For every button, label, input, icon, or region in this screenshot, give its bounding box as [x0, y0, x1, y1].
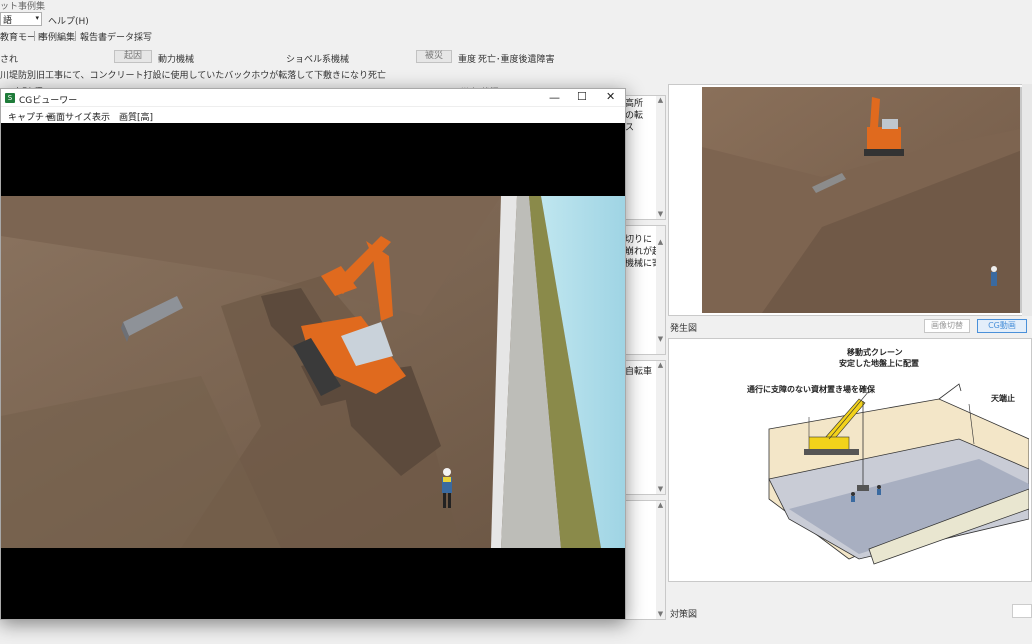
right-scrollbar[interactable]	[1022, 84, 1032, 316]
toolbar-item-edit[interactable]: 事例編集	[39, 30, 75, 43]
category-cut-label: され	[0, 55, 19, 65]
toolbar-separator	[34, 31, 35, 41]
scrollbar[interactable]: ▲ ▼	[656, 96, 665, 219]
close-icon[interactable]: ✕	[606, 90, 615, 103]
scrollbar[interactable]: ▲ ▼	[656, 361, 665, 494]
bottom-field	[1012, 604, 1032, 618]
scroll-up-icon[interactable]: ▲	[656, 501, 665, 510]
language-value: 語	[3, 16, 13, 26]
countermeasure-label: 対策図	[670, 610, 698, 620]
cg-viewer-window: S CGビューワー — ☐ ✕ キャプチャ 画面サイズ 表示 画質[高]	[0, 88, 626, 620]
scroll-up-icon[interactable]: ▲	[656, 361, 665, 370]
viewer-menubar: キャプチャ 画面サイズ 表示 画質[高]	[1, 107, 625, 123]
viewer-titlebar[interactable]: S CGビューワー — ☐ ✕	[1, 89, 625, 107]
scroll-up-icon[interactable]: ▲	[656, 238, 665, 247]
cause-value-2: ショベル系機械	[286, 55, 350, 65]
viewer-title: CGビューワー	[19, 96, 78, 106]
label-crane-ground: 安定した地盤上に配置	[839, 359, 919, 368]
menu-quality[interactable]: 画質[高]	[119, 110, 153, 123]
label-crane: 移動式クレーン	[847, 348, 903, 357]
severity-label: 重度	[458, 55, 477, 65]
image-toggle-button[interactable]: 画像切替	[924, 319, 970, 333]
worker-figure	[991, 266, 997, 286]
cg-video-button[interactable]: CG動画	[977, 319, 1027, 333]
label-storage: 通行に支障のない資材置き場を確保	[747, 385, 875, 394]
scroll-down-icon[interactable]: ▼	[656, 335, 665, 344]
occurrence-image-frame	[668, 84, 1032, 316]
toolbar-separator	[75, 31, 76, 41]
occurrence-label: 発生図	[670, 324, 698, 334]
menu-help[interactable]: ヘルプ(H)	[48, 14, 89, 27]
occurrence-cg-image[interactable]	[702, 87, 1030, 313]
chevron-down-icon: ▾	[35, 14, 39, 22]
app-icon: S	[5, 93, 15, 103]
scrollbar[interactable]: ▲ ▼	[656, 501, 665, 619]
victim-button[interactable]: 被災	[416, 50, 452, 63]
scroll-down-icon[interactable]: ▼	[656, 485, 665, 494]
maximize-icon[interactable]: ☐	[577, 90, 587, 103]
cg-canvas[interactable]	[1, 123, 625, 619]
incident-description: 川堤防別旧工事にて、コンクリート打設に使用していたバックホウが転落して下敷きにな…	[0, 71, 387, 81]
cause-value-1: 動力機械	[158, 55, 195, 65]
scrollbar[interactable]: ▲ ▼	[656, 226, 665, 354]
severity-value: 死亡･重度後遺障害	[478, 55, 555, 65]
toolbar-item-report[interactable]: 報告書データ採写	[80, 30, 152, 43]
scroll-down-icon[interactable]: ▼	[656, 210, 665, 219]
scroll-down-icon[interactable]: ▼	[656, 610, 665, 619]
menu-view[interactable]: 表示	[92, 110, 110, 123]
countermeasure-diagram-frame: 移動式クレーン 安定した地盤上に配置 通行に支障のない資材置き場を確保 天端止	[668, 338, 1032, 582]
label-top-stop: 天端止	[991, 394, 1015, 403]
app-title: ット事例集	[0, 2, 46, 12]
cause-button[interactable]: 起因	[114, 50, 152, 63]
minimize-icon[interactable]: —	[549, 91, 560, 104]
language-select[interactable]: 語 ▾	[0, 12, 42, 26]
menu-screen-size[interactable]: 画面サイズ	[47, 110, 92, 123]
cg-scene[interactable]	[1, 196, 625, 548]
scroll-up-icon[interactable]: ▲	[656, 96, 665, 105]
